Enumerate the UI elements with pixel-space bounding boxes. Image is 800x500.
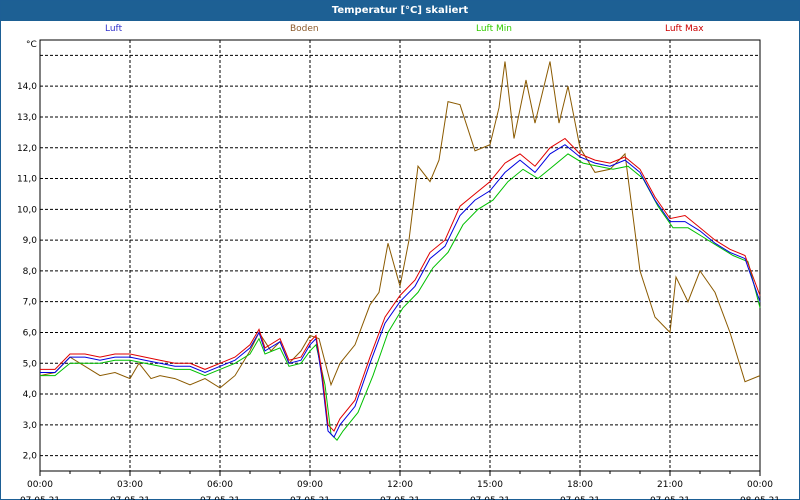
x-tick-time: 09:00 bbox=[297, 480, 323, 490]
x-tick-date: 07.05.21 bbox=[650, 496, 690, 500]
plot-area: °C 00:00 07.05.21 03:00 07.05.21 06:00 07.05.… bbox=[17, 39, 780, 500]
x-tick-time: 15:00 bbox=[477, 480, 503, 490]
y-tick-label: 10,0 bbox=[17, 205, 37, 215]
x-tick-date: 07.05.21 bbox=[200, 496, 240, 500]
y-tick-label: 9,0 bbox=[23, 236, 38, 246]
y-tick-label: 7,0 bbox=[23, 298, 38, 308]
x-tick-time: 00:00 bbox=[27, 480, 53, 490]
y-tick-label: 5,0 bbox=[23, 359, 38, 369]
y-tick-label: 2,0 bbox=[23, 452, 38, 462]
x-tick-date: 07.05.21 bbox=[380, 496, 420, 500]
x-tick-date: 07.05.21 bbox=[470, 496, 510, 500]
y-tick-label: 12,0 bbox=[17, 144, 37, 154]
y-axis-unit: °C bbox=[26, 40, 37, 50]
y-tick-label: 8,0 bbox=[23, 267, 38, 277]
x-tick-date: 07.05.21 bbox=[560, 496, 600, 500]
y-tick-label: 13,0 bbox=[17, 113, 37, 123]
y-tick-label: 14,0 bbox=[17, 82, 37, 92]
x-tick-time: 03:00 bbox=[117, 480, 143, 490]
x-tick-time: 06:00 bbox=[207, 480, 233, 490]
x-tick-time: 12:00 bbox=[387, 480, 413, 490]
x-tick-date: 08.05.21 bbox=[740, 496, 780, 500]
x-tick-time: 21:00 bbox=[657, 480, 683, 490]
x-tick-date: 07.05.21 bbox=[290, 496, 330, 500]
y-tick-label: 11,0 bbox=[17, 175, 37, 185]
y-tick-label: 3,0 bbox=[23, 421, 38, 431]
x-tick-time: 18:00 bbox=[567, 480, 593, 490]
x-tick-date: 07.05.21 bbox=[20, 496, 60, 500]
x-tick-time: 00:00 bbox=[747, 480, 773, 490]
x-tick-date: 07.05.21 bbox=[110, 496, 150, 500]
y-tick-label: 4,0 bbox=[23, 390, 38, 400]
y-tick-label: 6,0 bbox=[23, 328, 38, 338]
